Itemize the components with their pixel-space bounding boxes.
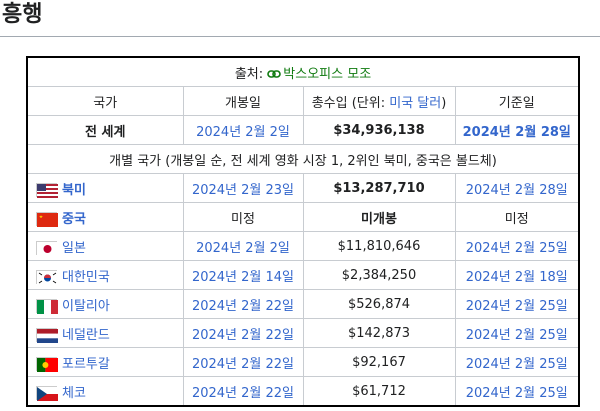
country-link[interactable]: 북미 [62,183,86,198]
country-row: 북미 2024년 2월 23일 $13,287,710 2024년 2월 28일 [26,173,580,203]
release-date: 미정 [182,202,304,232]
as-of-date[interactable]: 2024년 2월 28일 [454,173,580,203]
header-gross-close: ) [441,95,447,111]
flag-icon [36,386,58,401]
country-cell: 포르투갈 [26,347,184,377]
flag-icon [36,357,58,372]
as-of-date[interactable]: 2024년 2월 25일 [454,231,580,261]
country-row: 포르투갈 2024년 2월 22일 $92,167 2024년 2월 25일 [26,347,580,377]
world-gross: $34,936,138 [302,115,456,145]
world-as-of[interactable]: 2024년 2월 28일 [454,115,580,145]
as-of-date[interactable]: 2024년 2월 25일 [454,318,580,348]
header-row: 국가 개봉일 총수입 (단위: 미국 달러) 기준일 [26,86,580,116]
country-cell: 일본 [26,231,184,261]
flag-icon [36,183,58,198]
country-link[interactable]: 일본 [62,241,86,256]
flag-icon [36,270,58,285]
header-release: 개봉일 [182,86,304,116]
country-cell: 네덜란드 [26,318,184,348]
gross-value: $61,712 [302,376,456,407]
box-office-table: 출처: 박스오피스 모조 국가 개봉일 총수입 (단위: 미국 달러) 기준일 … [26,56,580,407]
section-heading: 흥행 [0,0,600,37]
country-link[interactable]: 중국 [62,212,86,227]
as-of-date: 미정 [454,202,580,232]
country-link[interactable]: 네덜란드 [62,328,110,343]
world-row: 전 세계 2024년 2월 2일 $34,936,138 2024년 2월 28… [26,115,580,145]
country-cell: 이탈리아 [26,289,184,319]
country-row: 대한민국 2024년 2월 14일 $2,384,250 2024년 2월 18일 [26,260,580,290]
as-of-date[interactable]: 2024년 2월 18일 [454,260,580,290]
flag-icon [36,241,58,256]
source-link[interactable]: 박스오피스 모조 [283,67,371,82]
header-gross: 총수입 (단위: 미국 달러) [302,86,456,116]
gross-value: $2,384,250 [302,260,456,290]
individual-note-row: 개별 국가 (개봉일 순, 전 세계 영화 시장 1, 2위인 북미, 중국은 … [26,144,580,174]
source-label: 출처: [234,66,264,82]
source-row: 출처: 박스오피스 모조 [26,56,580,87]
country-row: 일본 2024년 2월 2일 $11,810,646 2024년 2월 25일 [26,231,580,261]
gross-value: 미개봉 [302,202,456,232]
world-release[interactable]: 2024년 2월 2일 [182,115,304,145]
header-gross-label: 총수입 (단위: [311,95,386,111]
gross-value: $92,167 [302,347,456,377]
country-link[interactable]: 대한민국 [62,270,110,285]
header-as-of: 기준일 [454,86,580,116]
as-of-date[interactable]: 2024년 2월 25일 [454,289,580,319]
country-row: 네덜란드 2024년 2월 22일 $142,873 2024년 2월 25일 [26,318,580,348]
individual-note: 개별 국가 (개봉일 순, 전 세계 영화 시장 1, 2위인 북미, 중국은 … [26,144,580,174]
country-link[interactable]: 체코 [62,386,86,401]
as-of-date[interactable]: 2024년 2월 25일 [454,376,580,407]
country-link[interactable]: 이탈리아 [62,299,110,314]
gross-value: $142,873 [302,318,456,348]
gross-value: $526,874 [302,289,456,319]
country-row: 중국 미정 미개봉 미정 [26,202,580,232]
country-cell: 북미 [26,173,184,203]
release-date[interactable]: 2024년 2월 22일 [182,347,304,377]
flag-icon [36,328,58,343]
release-date[interactable]: 2024년 2월 2일 [182,231,304,261]
country-cell: 대한민국 [26,260,184,290]
gross-value: $13,287,710 [302,173,456,203]
header-country: 국가 [26,86,184,116]
flag-icon [36,299,58,314]
release-date[interactable]: 2024년 2월 22일 [182,318,304,348]
as-of-date[interactable]: 2024년 2월 25일 [454,347,580,377]
release-date[interactable]: 2024년 2월 22일 [182,376,304,407]
country-link[interactable]: 포르투갈 [62,357,110,372]
release-date[interactable]: 2024년 2월 14일 [182,260,304,290]
release-date[interactable]: 2024년 2월 23일 [182,173,304,203]
country-row: 체코 2024년 2월 22일 $61,712 2024년 2월 25일 [26,376,580,407]
release-date[interactable]: 2024년 2월 22일 [182,289,304,319]
world-label: 전 세계 [26,115,184,145]
country-cell: 중국 [26,202,184,232]
gross-value: $11,810,646 [302,231,456,261]
flag-icon [36,212,58,227]
external-link-icon [267,70,282,78]
currency-link[interactable]: 미국 달러 [389,96,441,111]
country-cell: 체코 [26,376,184,407]
country-row: 이탈리아 2024년 2월 22일 $526,874 2024년 2월 25일 [26,289,580,319]
